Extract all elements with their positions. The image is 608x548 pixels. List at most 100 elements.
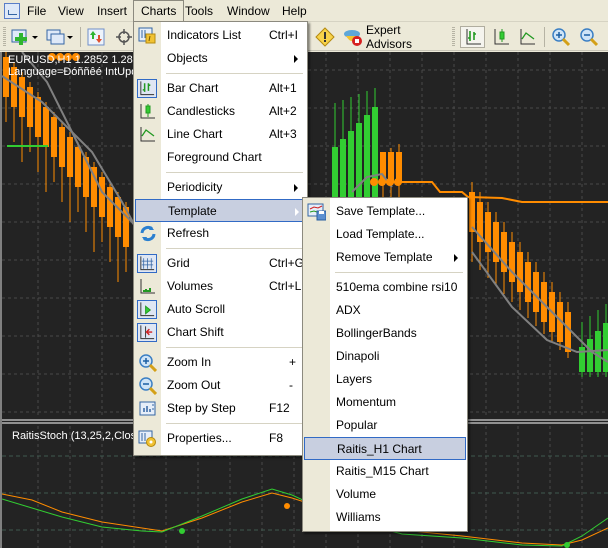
step-by-step-icon-wrapper — [137, 399, 157, 418]
charts-menu-line-chart[interactable]: Line Chart Alt+3 — [135, 123, 306, 146]
template-menu-510ema-combine-rsi10[interactable]: 510ema combine rsi10 — [304, 276, 466, 299]
charts-menu-template[interactable]: Template — [135, 199, 306, 222]
new-chart-button[interactable] — [10, 26, 40, 48]
menu-item-shortcut: Ctrl+L — [269, 279, 302, 293]
template-submenu: Save Template... Load Template... Remove T… — [302, 197, 468, 532]
charts-menu-zoom-out[interactable]: Zoom Out - — [135, 374, 306, 397]
menu-view[interactable]: View — [51, 1, 91, 21]
charts-menu-candlesticks[interactable]: Candlesticks Alt+2 — [135, 100, 306, 123]
menu-item-shortcut: Ctrl+I — [269, 28, 299, 42]
template-menu-momentum[interactable]: Momentum — [304, 391, 466, 414]
template-menu-raitis-h1-chart[interactable]: Raitis_H1 Chart — [304, 437, 466, 460]
charts-menu-indicators-list[interactable]: Indicators List Ctrl+I — [135, 24, 306, 47]
alert-button[interactable] — [314, 26, 336, 48]
charts-menu-zoom-in[interactable]: Zoom In + — [135, 351, 306, 374]
stochastic-cross-dot — [179, 528, 185, 534]
charts-menu-periodicity[interactable]: Periodicity — [135, 176, 306, 199]
template-menu-volume[interactable]: Volume — [304, 483, 466, 506]
charts-menu-volumes[interactable]: Volumes Ctrl+L — [135, 275, 306, 298]
zoom-in-button[interactable] — [550, 26, 572, 48]
menu-separator — [166, 347, 303, 348]
menu-item-shortcut: F8 — [269, 431, 284, 445]
menu-item-label: Popular — [336, 418, 378, 432]
profiles-button[interactable] — [45, 26, 75, 48]
auto-scroll-icon-wrapper — [137, 300, 157, 319]
candle-body — [587, 339, 593, 372]
menu-item-label: Remove Template — [336, 250, 433, 264]
crosshair-icon — [116, 29, 132, 45]
charts-menu-step-by-step[interactable]: Step by Step F12 — [135, 397, 306, 420]
auto-scroll-icon — [140, 302, 155, 317]
indicators-list-icon — [138, 27, 155, 44]
menu-window[interactable]: Window — [220, 1, 277, 21]
chart-symbol-info: EURUSD,H1 1.2852 1.2858 — [8, 54, 145, 66]
charts-menu-grid[interactable]: Grid Ctrl+G — [135, 252, 306, 275]
menu-item-label: Williams — [336, 510, 381, 524]
charts-menu-auto-scroll[interactable]: Auto Scroll — [135, 298, 306, 321]
template-menu-dinapoli[interactable]: Dinapoli — [304, 345, 466, 368]
template-menu-bollingerbands[interactable]: BollingerBands — [304, 322, 466, 345]
alert-icon — [315, 27, 335, 47]
bar-chart-button[interactable] — [460, 26, 485, 48]
menu-item-shortcut: Ctrl+G — [269, 256, 305, 270]
line-chart-button[interactable] — [516, 26, 538, 48]
menu-bar: File View Insert Charts Tools Window Hel… — [0, 0, 608, 22]
charts-menu-chart-shift[interactable]: Chart Shift — [135, 321, 306, 344]
template-menu-layers[interactable]: Layers — [304, 368, 466, 391]
moving-average-line — [471, 251, 608, 354]
toolbar-grip[interactable] — [452, 27, 455, 47]
template-menu-adx[interactable]: ADX — [304, 299, 466, 322]
line-chart-icon — [140, 127, 155, 142]
charts-menu-foreground-chart[interactable]: Foreground Chart — [135, 146, 306, 169]
charts-menu-objects[interactable]: Objects — [135, 47, 306, 70]
menu-item-label: Layers — [336, 372, 373, 386]
market-watch-icon — [87, 28, 105, 46]
crosshair-button[interactable] — [114, 26, 134, 48]
candle-body — [388, 152, 394, 182]
menu-insert[interactable]: Insert — [90, 1, 134, 21]
menu-item-shortcut: Alt+2 — [269, 104, 297, 118]
toolbar-separator — [544, 27, 545, 47]
menu-item-label: Candlesticks — [167, 104, 236, 118]
zoom-in-icon — [552, 28, 571, 47]
menu-file[interactable]: File — [20, 1, 53, 21]
candle-body — [35, 97, 41, 137]
template-menu-load-template[interactable]: Load Template... — [304, 223, 466, 246]
expert-advisors-label: Expert Advisors — [365, 23, 412, 51]
template-menu-raitis-m15-chart[interactable]: Raitis_M15 Chart — [304, 460, 466, 483]
menu-separator — [335, 272, 463, 273]
zoom-out-icon-wrapper — [137, 376, 157, 395]
template-menu-remove-template[interactable]: Remove Template — [304, 246, 466, 269]
candle-body — [525, 262, 531, 302]
charts-menu-refresh[interactable]: Refresh — [135, 222, 306, 245]
zoom-in-icon — [138, 354, 157, 372]
template-menu-williams[interactable]: Williams — [304, 506, 466, 529]
template-menu-popular[interactable]: Popular — [304, 414, 466, 437]
charts-menu-properties[interactable]: Properties... F8 — [135, 427, 306, 450]
menu-item-label: Line Chart — [167, 127, 223, 141]
candle-body — [509, 242, 515, 282]
menu-item-label: Template — [168, 204, 217, 218]
charts-menu-bar-chart[interactable]: Bar Chart Alt+1 — [135, 77, 306, 100]
menu-tools[interactable]: Tools — [178, 1, 220, 21]
menu-help[interactable]: Help — [275, 1, 314, 21]
zoom-out-icon — [138, 377, 157, 395]
bar-chart-icon-wrapper — [137, 79, 157, 98]
template-menu-save-template[interactable]: Save Template... — [304, 200, 466, 223]
toolbar-grip[interactable] — [3, 27, 6, 47]
menu-item-label: Chart Shift — [167, 325, 224, 339]
market-watch-button[interactable] — [86, 26, 106, 48]
menu-item-label: Raitis_M15 Chart — [336, 464, 429, 478]
app-icon[interactable] — [4, 3, 20, 19]
candlesticks-icon-wrapper — [137, 102, 157, 121]
candlesticks-icon — [140, 104, 155, 119]
menu-charts[interactable]: Charts — [133, 0, 185, 22]
menu-item-label: Properties... — [167, 431, 232, 445]
zoom-out-button[interactable] — [578, 26, 600, 48]
line-chart-icon — [520, 29, 535, 45]
candlesticks-button[interactable] — [490, 26, 512, 48]
expert-advisors-button[interactable]: Expert Advisors — [343, 23, 445, 51]
signal-dot — [370, 178, 378, 186]
menu-item-shortcut: + — [289, 355, 297, 369]
save-template-icon-wrapper — [306, 202, 326, 221]
